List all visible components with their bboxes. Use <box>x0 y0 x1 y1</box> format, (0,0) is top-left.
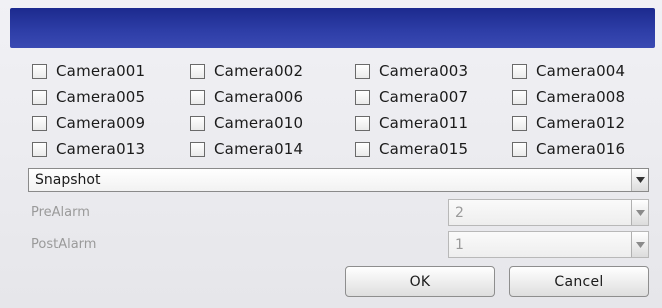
title-bar[interactable] <box>10 8 655 48</box>
camera-checkbox-009[interactable]: Camera009 <box>32 112 145 134</box>
camera-label: Camera014 <box>214 140 304 158</box>
camera-checkbox-011[interactable]: Camera011 <box>355 112 468 134</box>
camera-checkbox-010[interactable]: Camera010 <box>190 112 303 134</box>
checkbox-unchecked-icon[interactable] <box>355 89 370 105</box>
prealarm-label: PreAlarm <box>31 205 90 220</box>
camera-label: Camera004 <box>536 62 626 80</box>
camera-label: Camera005 <box>56 88 146 106</box>
camera-checkbox-001[interactable]: Camera001 <box>32 60 145 82</box>
camera-label: Camera011 <box>379 114 469 132</box>
checkbox-unchecked-icon[interactable] <box>512 89 527 105</box>
camera-label: Camera001 <box>56 62 146 80</box>
prealarm-select[interactable]: 2 <box>448 199 649 226</box>
camera-checkbox-012[interactable]: Camera012 <box>512 112 625 134</box>
cancel-button[interactable]: Cancel <box>509 266 649 297</box>
action-select-value: Snapshot <box>35 172 101 188</box>
camera-checkbox-003[interactable]: Camera003 <box>355 60 468 82</box>
chevron-down-icon[interactable] <box>631 169 648 191</box>
camera-checkbox-004[interactable]: Camera004 <box>512 60 625 82</box>
camera-label: Camera012 <box>536 114 626 132</box>
camera-label: Camera013 <box>56 140 146 158</box>
checkbox-unchecked-icon[interactable] <box>190 63 205 79</box>
camera-checkbox-007[interactable]: Camera007 <box>355 86 468 108</box>
camera-label: Camera007 <box>379 88 469 106</box>
checkbox-unchecked-icon[interactable] <box>190 89 205 105</box>
checkbox-unchecked-icon[interactable] <box>355 63 370 79</box>
checkbox-unchecked-icon[interactable] <box>355 141 370 157</box>
prealarm-value: 2 <box>455 204 464 221</box>
checkbox-unchecked-icon[interactable] <box>190 141 205 157</box>
camera-label: Camera016 <box>536 140 626 158</box>
postalarm-label: PostAlarm <box>31 237 97 252</box>
camera-label: Camera015 <box>379 140 469 158</box>
chevron-down-icon[interactable] <box>631 232 648 257</box>
checkbox-unchecked-icon[interactable] <box>355 115 370 131</box>
camera-checkbox-014[interactable]: Camera014 <box>190 138 303 160</box>
checkbox-unchecked-icon[interactable] <box>32 141 47 157</box>
checkbox-unchecked-icon[interactable] <box>32 63 47 79</box>
camera-label: Camera003 <box>379 62 469 80</box>
checkbox-unchecked-icon[interactable] <box>32 115 47 131</box>
camera-checkbox-013[interactable]: Camera013 <box>32 138 145 160</box>
camera-checkbox-002[interactable]: Camera002 <box>190 60 303 82</box>
checkbox-unchecked-icon[interactable] <box>512 63 527 79</box>
camera-checkbox-006[interactable]: Camera006 <box>190 86 303 108</box>
camera-checkbox-015[interactable]: Camera015 <box>355 138 468 160</box>
checkbox-unchecked-icon[interactable] <box>512 141 527 157</box>
camera-label: Camera009 <box>56 114 146 132</box>
chevron-down-icon[interactable] <box>631 200 648 225</box>
camera-selection-dialog: Camera001 Camera002 Camera003 Camera004 … <box>0 0 662 308</box>
camera-checkbox-008[interactable]: Camera008 <box>512 86 625 108</box>
postalarm-select[interactable]: 1 <box>448 231 649 258</box>
checkbox-unchecked-icon[interactable] <box>32 89 47 105</box>
camera-label: Camera010 <box>214 114 304 132</box>
ok-button[interactable]: OK <box>345 266 495 297</box>
action-select[interactable]: Snapshot <box>28 168 649 192</box>
checkbox-unchecked-icon[interactable] <box>190 115 205 131</box>
checkbox-unchecked-icon[interactable] <box>512 115 527 131</box>
camera-label: Camera008 <box>536 88 626 106</box>
camera-checkbox-016[interactable]: Camera016 <box>512 138 625 160</box>
camera-label: Camera006 <box>214 88 304 106</box>
camera-label: Camera002 <box>214 62 304 80</box>
postalarm-value: 1 <box>455 236 464 253</box>
camera-checkbox-005[interactable]: Camera005 <box>32 86 145 108</box>
